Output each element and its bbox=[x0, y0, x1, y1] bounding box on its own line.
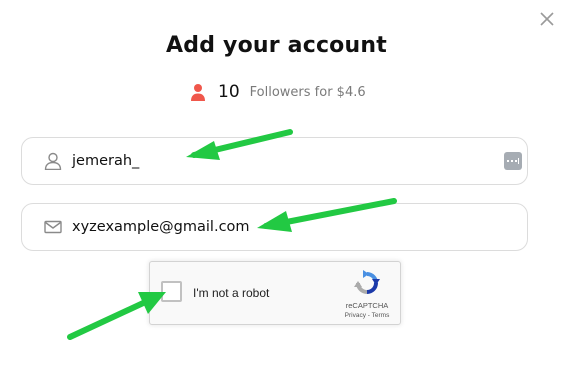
recaptcha-logo-icon bbox=[354, 270, 380, 294]
recaptcha-brand: reCAPTCHA bbox=[345, 301, 389, 310]
username-value: jemerah_ bbox=[72, 153, 140, 169]
annotation-arrow-username bbox=[186, 129, 293, 160]
annotation-arrow-email bbox=[257, 198, 397, 232]
follower-count: 10 bbox=[218, 82, 240, 102]
recaptcha-privacy-terms-link[interactable]: Privacy - Terms bbox=[334, 312, 400, 319]
email-value: xyzexample@gmail.com bbox=[72, 219, 250, 235]
mail-icon bbox=[44, 220, 62, 234]
offer-description: Followers for $4.6 bbox=[249, 84, 366, 100]
annotation-arrow-recaptcha bbox=[67, 292, 166, 340]
dialog-title: Add your account bbox=[166, 33, 387, 58]
user-outline-icon bbox=[44, 152, 62, 170]
offer-summary: 10 Followers for $4.6 bbox=[190, 80, 366, 104]
recaptcha-label: I'm not a robot bbox=[193, 286, 270, 300]
recaptcha-widget: I'm not a robot reCAPTCHA Privacy - Term… bbox=[149, 261, 401, 325]
password-manager-icon[interactable] bbox=[504, 152, 522, 170]
close-icon[interactable] bbox=[538, 10, 556, 28]
user-icon bbox=[191, 84, 205, 101]
